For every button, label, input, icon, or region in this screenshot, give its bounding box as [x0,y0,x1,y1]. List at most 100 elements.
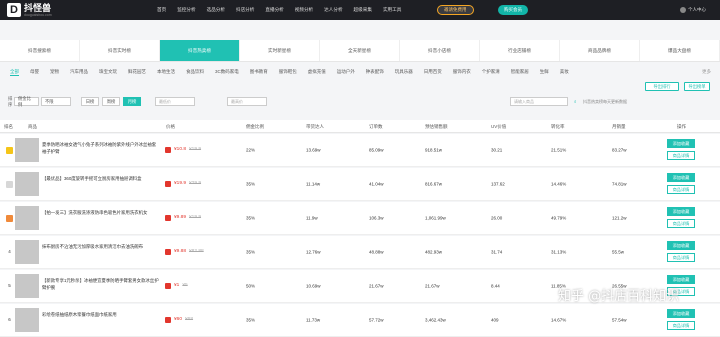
category-12[interactable]: 运动户外 [337,69,355,76]
rank-tab-8[interactable]: 爆品大盘榜 [640,40,720,61]
category-15[interactable]: 日用百货 [424,69,442,76]
sort-select[interactable]: 佣金比例 [14,96,39,107]
category-13[interactable]: 钟表配饰 [366,69,384,76]
product-name[interactable]: 夏季防晒冰袖女透气小兔子系列冰袖防紫外线户外冰丝袖套袖子护臂 [42,142,160,155]
sales-cell: 918.51w [425,147,443,153]
original-price: ¥19.9 [189,147,202,152]
col-talents: 带货达人 [306,124,324,129]
more-categories[interactable]: 更多 [702,69,711,75]
table-row: 【最优品】360度旋转手摇可立厨房家用抽屉调料盒 ¥19.9 ¥29.9 35% 11.… [0,168,720,201]
category-6[interactable]: 本地生活 [157,69,175,76]
search-input[interactable]: 请输入商品 [510,97,568,106]
category-16[interactable]: 服饰内衣 [453,69,471,76]
rank-tab-1[interactable]: 抖音实时榜 [80,40,160,61]
nav-item-0[interactable]: 首页 [157,7,166,13]
category-4[interactable]: 珠宝文玩 [99,69,117,76]
min-price-input[interactable]: 最低价 [155,97,195,106]
category-0[interactable]: 全部 [10,69,19,76]
main-nav: 首页 监控分析 选品分析 抖店分析 直播分析 视频分析 达人分析 超级采集 实用工具 [157,7,412,13]
shop-tag-icon [165,283,171,289]
category-9[interactable]: 图书教育 [250,69,268,76]
update-hint: 抖音热卖榜每天更新数据 [583,98,627,104]
product-detail-button[interactable]: 商品详情 [667,219,695,228]
nav-item-6[interactable]: 达人分析 [324,7,342,13]
col-sales: 预估销售额 [425,124,448,129]
product-detail-button[interactable]: 商品详情 [667,185,695,194]
nav-item-4[interactable]: 直播分析 [265,7,283,13]
category-10[interactable]: 服饰鞋包 [279,69,297,76]
product-name[interactable]: 彩绘卷纸抽纸原木浆餐巾纸面巾纸家用 [42,312,160,319]
rank-tab-4[interactable]: 全天新星榜 [320,40,400,61]
category-7[interactable]: 食品饮料 [186,69,204,76]
buy-vip-button[interactable]: 购买会员 [498,5,528,15]
export-list-button[interactable]: 导出榜单 [684,82,710,91]
max-price-input[interactable]: 最高价 [227,97,267,106]
category-8[interactable]: 3C数码家电 [215,69,239,76]
current-price: ¥1 [174,283,180,288]
nav-item-8[interactable]: 实用工具 [383,7,401,13]
add-favorite-button[interactable]: 添加收藏 [667,139,695,148]
product-thumbnail[interactable] [15,240,39,264]
nav-item-5[interactable]: 视频分析 [295,7,313,13]
orders-cell: 21.67w [369,283,384,289]
product-thumbnail[interactable] [15,308,39,332]
col-commission: 佣金比例 [246,124,264,129]
add-favorite-button[interactable]: 添加收藏 [667,275,695,284]
product-name[interactable]: 抹布厨房不沾油无污加厚吸水家用清洁巾去油洗碗布 [42,244,160,251]
rank-tab-5[interactable]: 抖音小店榜 [400,40,480,61]
original-price: ¥82.88 [189,249,204,254]
period-chip-0[interactable]: 日榜 [81,97,99,106]
product-thumbnail[interactable] [15,206,39,230]
rank-tab-6[interactable]: 行业店铺榜 [480,40,560,61]
category-1[interactable]: 母婴 [30,69,39,76]
add-favorite-button[interactable]: 添加收藏 [667,173,695,182]
nav-item-3[interactable]: 抖店分析 [236,7,254,13]
add-favorite-button[interactable]: 添加收藏 [667,207,695,216]
invite-button[interactable]: 邀请免费用 [437,5,474,15]
nav-item-2[interactable]: 选品分析 [207,7,225,13]
product-thumbnail[interactable] [15,172,39,196]
nav-item-1[interactable]: 监控分析 [177,7,195,13]
category-20[interactable]: 美妆 [560,69,569,76]
orders-cell: 48.88w [369,249,384,255]
product-detail-button[interactable]: 商品详情 [667,253,695,262]
nav-item-7[interactable]: 超级采集 [354,7,372,13]
product-thumbnail[interactable] [15,138,39,162]
rank-tab-3[interactable]: 实时新星榜 [240,40,320,61]
rank-tab-0[interactable]: 抖音搜索榜 [0,40,80,61]
rank-cell: 4 [8,249,11,254]
search-icon[interactable]: ⌕ [571,97,577,106]
add-favorite-button[interactable]: 添加收藏 [667,309,695,318]
category-3[interactable]: 汽车用品 [70,69,88,76]
product-name[interactable]: 【最优品】360度旋转手摇可立厨房家用抽屉调料盒 [42,176,160,183]
brand-logo[interactable]: D 抖怪兽 douguaishou.com [7,3,127,17]
rank-tab-7[interactable]: 商品品牌榜 [560,40,640,61]
period-chip-1[interactable]: 周榜 [102,97,120,106]
category-19[interactable]: 生鲜 [540,69,549,76]
period-chip-2[interactable]: 月榜 [123,97,141,106]
category-17[interactable]: 个护家清 [482,69,500,76]
original-price: ¥68 [185,317,194,322]
category-5[interactable]: 鲜花园艺 [128,69,146,76]
rank-medal-icon [6,147,13,154]
conv-cell: 21.51% [551,147,567,153]
user-menu[interactable]: 个人中心 [680,7,706,13]
col-monthly: 月销量 [612,124,626,129]
product-name[interactable]: 【新款专享1元秒杀】冰袖便宜夏季防晒手臂套男女款冰丝护臂护腕 [42,278,160,291]
category-11[interactable]: 虚拟充值 [308,69,326,76]
export-ranking-button[interactable]: 导出排行 [645,82,679,91]
add-favorite-button[interactable]: 添加收藏 [667,241,695,250]
category-2[interactable]: 宠物 [50,69,59,76]
product-detail-button[interactable]: 商品详情 [667,151,695,160]
time-select[interactable]: 不限 [41,97,71,106]
col-price: 价格 [166,124,175,129]
product-thumbnail[interactable] [15,274,39,298]
rank-tab-2[interactable]: 抖音热卖榜 [160,40,240,61]
category-14[interactable]: 玩具乐器 [395,69,413,76]
category-18[interactable]: 智能家居 [511,69,529,76]
price-cell: ¥9.89 ¥19.9 [174,215,201,220]
col-rank: 排名 [4,124,13,129]
product-detail-button[interactable]: 商品详情 [667,321,695,330]
current-price: ¥9.89 [174,215,187,220]
product-name[interactable]: 【拍一发三】洗衣服洗涤液防串色吸色片家用洗衣机女 [42,210,160,217]
